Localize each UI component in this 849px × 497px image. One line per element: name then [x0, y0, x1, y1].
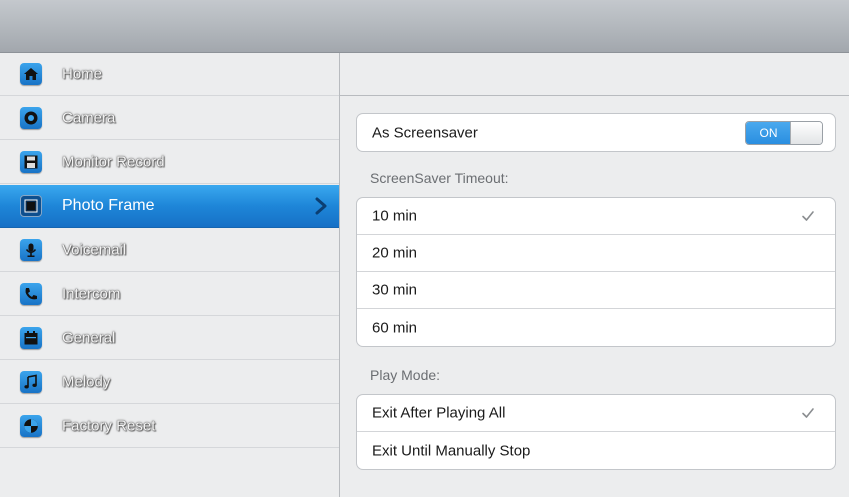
- sidebar-item-label: Melody: [62, 373, 111, 391]
- toggle-state-label: ON: [746, 121, 791, 144]
- checkmark-icon: [801, 406, 815, 425]
- settings-panel: As Screensaver ON ScreenSaver Timeout: 1…: [340, 53, 849, 497]
- timeout-option[interactable]: 10 min: [357, 198, 835, 235]
- sidebar-item-intercom[interactable]: Intercom: [0, 273, 339, 316]
- toggle-knob: [790, 121, 822, 144]
- screensaver-group: As Screensaver ON: [356, 113, 836, 152]
- title-bar: [0, 0, 849, 53]
- calendar-icon: [20, 327, 42, 349]
- checkmark-icon: [801, 209, 815, 228]
- sidebar-item-home[interactable]: Home: [0, 53, 339, 96]
- sidebar-item-camera[interactable]: Camera: [0, 97, 339, 140]
- chevron-right-icon: [315, 197, 327, 220]
- sidebar-item-factory-reset[interactable]: Factory Reset: [0, 405, 339, 448]
- timeout-option-label: 30 min: [372, 281, 418, 299]
- play-mode-option[interactable]: Exit After Playing All: [357, 395, 835, 432]
- timeout-option-label: 20 min: [372, 244, 418, 262]
- sidebar-item-label: Intercom: [62, 285, 121, 303]
- sidebar-item-voicemail[interactable]: Voicemail: [0, 229, 339, 272]
- panel-header: [340, 53, 849, 96]
- screensaver-toggle[interactable]: ON: [745, 120, 823, 145]
- sidebar-item-monitor-record[interactable]: Monitor Record: [0, 141, 339, 184]
- timeout-option[interactable]: 20 min: [357, 235, 835, 272]
- sidebar-item-label: Home: [62, 65, 103, 83]
- sidebar-item-photo-frame[interactable]: Photo Frame: [0, 185, 339, 228]
- play-mode-options-group: Exit After Playing All Exit Until Manual…: [356, 394, 836, 470]
- sidebar-item-melody[interactable]: Melody: [0, 361, 339, 404]
- microphone-icon: [20, 239, 42, 261]
- sidebar-item-label: Photo Frame: [62, 197, 155, 214]
- play-mode-option[interactable]: Exit Until Manually Stop: [357, 432, 835, 469]
- sidebar: Home Camera Monitor Record Photo Frame V…: [0, 53, 340, 497]
- sidebar-item-general[interactable]: General: [0, 317, 339, 360]
- camera-icon: [20, 107, 42, 129]
- reset-icon: [20, 415, 42, 437]
- timeout-option[interactable]: 60 min: [357, 309, 835, 346]
- play-mode-section-label: Play Mode:: [370, 367, 441, 383]
- screensaver-row: As Screensaver ON: [357, 114, 835, 151]
- screensaver-label: As Screensaver: [372, 124, 478, 141]
- phone-icon: [20, 283, 42, 305]
- home-icon: [20, 63, 42, 85]
- play-mode-option-label: Exit After Playing All: [372, 404, 506, 422]
- sidebar-item-label: Monitor Record: [62, 153, 165, 171]
- sidebar-item-label: General: [62, 329, 116, 347]
- sidebar-item-label: Voicemail: [62, 241, 127, 259]
- play-mode-option-label: Exit Until Manually Stop: [372, 442, 531, 459]
- timeout-option[interactable]: 30 min: [357, 272, 835, 309]
- timeout-option-label: 60 min: [372, 319, 418, 336]
- floppy-disk-icon: [20, 151, 42, 173]
- music-note-icon: [20, 371, 42, 393]
- sidebar-item-label: Camera: [62, 109, 116, 127]
- timeout-options-group: 10 min 20 min 30 min 60 min: [356, 197, 836, 347]
- timeout-option-label: 10 min: [372, 207, 418, 225]
- sidebar-item-label: Factory Reset: [62, 417, 156, 435]
- photo-frame-icon: [20, 195, 42, 217]
- timeout-section-label: ScreenSaver Timeout:: [370, 170, 509, 186]
